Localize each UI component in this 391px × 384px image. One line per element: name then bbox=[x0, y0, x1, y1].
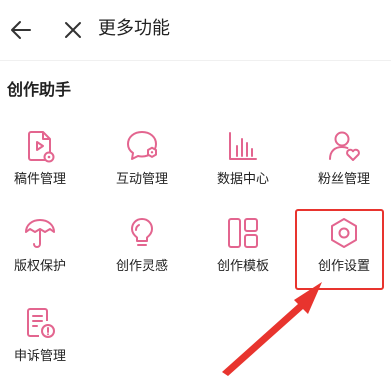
tool-data-center[interactable]: 数据中心 bbox=[203, 129, 283, 201]
tool-manuscript-management[interactable]: 稿件管理 bbox=[0, 129, 80, 201]
chat-bubble-icon bbox=[127, 131, 157, 160]
tool-label: 互动管理 bbox=[115, 172, 168, 187]
template-grid-icon bbox=[228, 218, 258, 248]
tool-creative-inspiration[interactable]: 创作灵感 bbox=[102, 216, 182, 288]
umbrella-icon bbox=[25, 219, 55, 248]
appeal-doc-icon bbox=[27, 308, 55, 338]
more-functions-page: 更多功能 创作助手 稿件管理 互动管理 数据中心 粉丝管理 版权保护 创作灵感 … bbox=[0, 0, 391, 384]
lightbulb-icon bbox=[131, 218, 153, 246]
tool-label: 申诉管理 bbox=[13, 349, 66, 364]
bar-chart-icon bbox=[229, 132, 257, 160]
tool-label: 创作灵感 bbox=[115, 259, 168, 274]
tool-appeal-management[interactable]: 申诉管理 bbox=[0, 306, 80, 378]
tool-copyright-protection[interactable]: 版权保护 bbox=[0, 216, 80, 288]
tool-interaction-management[interactable]: 互动管理 bbox=[102, 129, 182, 201]
manuscript-icon bbox=[28, 131, 55, 163]
top-bar: 更多功能 bbox=[0, 0, 391, 61]
tool-label: 稿件管理 bbox=[13, 172, 66, 187]
tool-label: 粉丝管理 bbox=[317, 172, 370, 187]
tool-label: 版权保护 bbox=[13, 259, 66, 274]
tool-label: 数据中心 bbox=[216, 172, 269, 187]
annotation-arrow bbox=[222, 282, 322, 376]
arrow-left-icon[interactable] bbox=[8, 17, 34, 43]
fan-user-icon bbox=[329, 131, 360, 161]
close-icon[interactable] bbox=[60, 17, 86, 43]
section-title: 创作助手 bbox=[7, 80, 72, 99]
tool-fan-management[interactable]: 粉丝管理 bbox=[304, 129, 384, 201]
tool-label: 创作模板 bbox=[216, 259, 269, 274]
page-title: 更多功能 bbox=[98, 18, 170, 39]
